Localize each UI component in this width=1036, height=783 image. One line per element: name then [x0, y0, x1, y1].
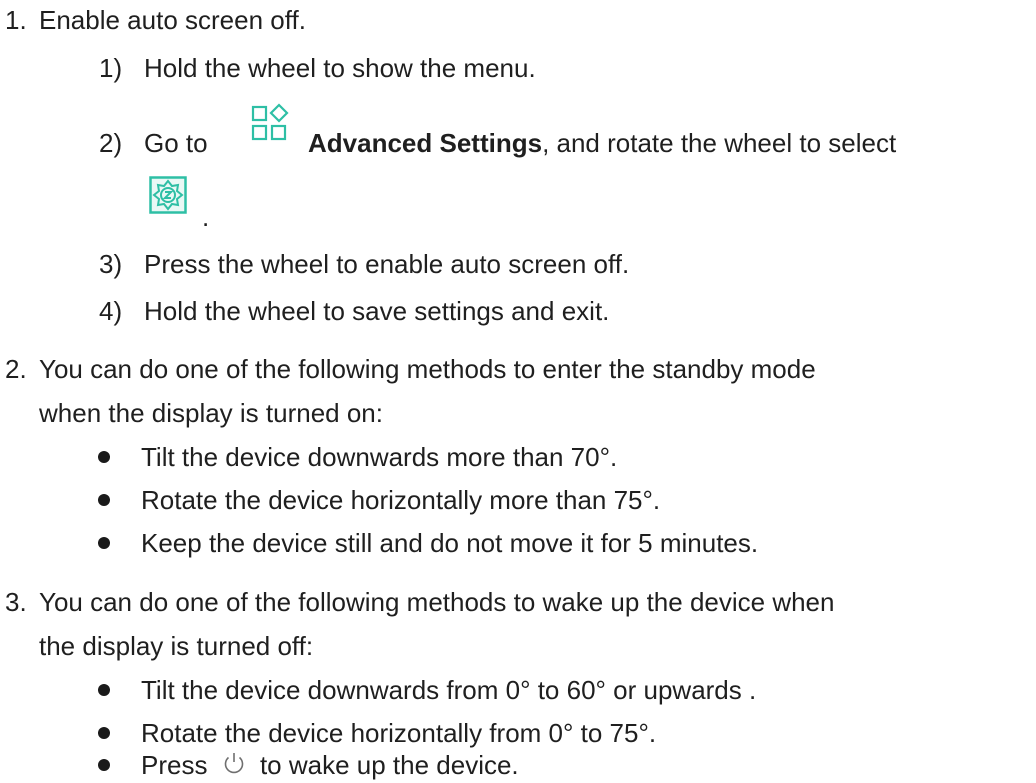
bullet-dot [98, 684, 110, 696]
bullet-item: Rotate the device horizontally from 0° t… [98, 718, 998, 748]
bullet-text: Rotate the device horizontally more than… [141, 485, 661, 515]
bullet-item: Tilt the device downwards from 0° to 60°… [98, 675, 998, 705]
item-text: the display is turned off: [39, 631, 314, 661]
advanced-settings-label: Advanced Settings [308, 128, 543, 158]
item-text: You can do one of the following methods … [39, 587, 835, 617]
bullet-dot [98, 759, 110, 771]
step-text: Hold the wheel to show the menu. [144, 53, 536, 83]
item-3-continued: the display is turned off: [39, 631, 313, 661]
step-number: 2) [99, 128, 123, 158]
bullet-item: Press to wake up the device. [98, 750, 998, 780]
step-1: 1) Hold the wheel to show the menu. [99, 53, 536, 83]
bullet-dot [98, 451, 110, 463]
step-4: 4) Hold the wheel to save settings and ex… [99, 296, 609, 326]
bullet-text: Tilt the device downwards from 0° to 60°… [141, 675, 757, 705]
bullet-text-pre: Press [141, 750, 208, 780]
bullet-dot [98, 537, 110, 549]
item-2: 2. You can do one of the following method… [5, 354, 816, 384]
item-number: 1. [5, 5, 27, 35]
step-2-continued: Advanced Settings, and rotate the wheel … [308, 128, 896, 158]
step-number: 4) [99, 296, 123, 326]
bullet-dot [98, 727, 110, 739]
item-number: 3. [5, 587, 27, 617]
bullet-text-post: to wake up the device. [259, 750, 519, 780]
step-text-end: . [202, 202, 210, 232]
advanced-settings-icon [251, 103, 289, 141]
step-2-period: . [202, 202, 209, 232]
step-number: 1) [99, 53, 123, 83]
bullet-text: Rotate the device horizontally from 0° t… [141, 718, 657, 748]
bullet-text: Tilt the device downwards more than 70°. [141, 442, 618, 472]
step-2: 2) Go to [99, 128, 208, 158]
step-text-pre: Go to [144, 128, 208, 158]
step-3: 3) Press the wheel to enable auto screen … [99, 249, 629, 279]
bullet-item: Rotate the device horizontally more than… [98, 485, 998, 515]
item-text: when the display is turned on: [39, 398, 383, 428]
bullet-dot [98, 494, 110, 506]
auto-screen-off-icon [149, 176, 187, 214]
item-1: 1. Enable auto screen off. [5, 5, 306, 35]
item-3: 3. You can do one of the following method… [5, 587, 834, 617]
step-text: Hold the wheel to save settings and exit… [144, 296, 610, 326]
bullet-item: Tilt the device downwards more than 70°. [98, 442, 998, 472]
bullet-text-row: Press to wake up the device. [141, 750, 519, 780]
step-number: 3) [99, 249, 123, 279]
step-text: Press the wheel to enable auto screen of… [144, 249, 630, 279]
item-2-continued: when the display is turned on: [39, 398, 383, 428]
item-number: 2. [5, 354, 27, 384]
item-text: You can do one of the following methods … [39, 354, 816, 384]
bullet-item: Keep the device still and do not move it… [98, 528, 998, 558]
step-text-post: , and rotate the wheel to select [542, 128, 897, 158]
bullet-text: Keep the device still and do not move it… [141, 528, 759, 558]
power-icon [224, 753, 243, 774]
item-text: Enable auto screen off. [39, 5, 306, 35]
